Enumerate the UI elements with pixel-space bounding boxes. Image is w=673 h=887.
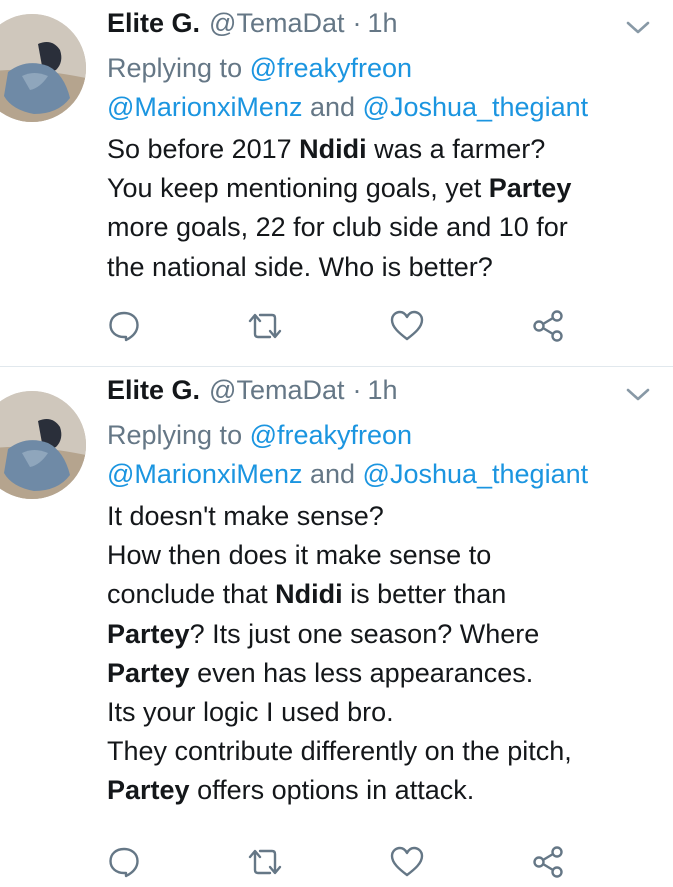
text-span: How then does it make sense to <box>107 540 492 571</box>
avatar[interactable] <box>0 391 86 499</box>
text-span: more goals, 22 for club side and 10 for <box>107 212 568 243</box>
replying-to-and: and <box>302 92 363 122</box>
reply-button[interactable] <box>104 306 144 346</box>
mention-link[interactable]: @Joshua_thegiant <box>363 92 589 122</box>
heart-icon <box>390 846 424 877</box>
share-icon <box>533 310 563 342</box>
share-icon <box>533 846 563 878</box>
text-span: offers options in attack. <box>189 775 475 806</box>
text-span: was a farmer? <box>366 134 546 164</box>
text-span: They contribute differently on the pitch… <box>107 736 572 767</box>
text-span: conclude that <box>107 579 276 610</box>
retweet-button[interactable] <box>245 842 285 882</box>
replying-to-continued: @MarionxiMenz and @Joshua_thegiant <box>107 455 588 494</box>
replying-to-label: Replying to <box>107 420 250 450</box>
timestamp[interactable]: 1h <box>367 375 397 406</box>
replying-to-label: Replying to <box>107 53 250 83</box>
text-span: ? Its just one season? Where <box>189 618 540 649</box>
text-span: You keep mentioning goals, yet <box>107 173 489 204</box>
mention-link[interactable]: @Joshua_thegiant <box>363 459 589 489</box>
share-button[interactable] <box>528 306 568 346</box>
chevron-down-icon[interactable] <box>625 20 651 36</box>
chevron-down-icon[interactable] <box>625 387 651 403</box>
tweet-text-line: Its your logic I used bro. <box>107 693 667 732</box>
tweet[interactable]: Elite G. @TemaDat · 1h Replying to @frea… <box>0 367 673 887</box>
text-span: Its your logic I used bro. <box>107 697 394 728</box>
author-handle[interactable]: @TemaDat <box>209 375 344 406</box>
mention-link[interactable]: @freakyfreon <box>250 420 412 450</box>
like-button[interactable] <box>387 306 427 346</box>
tweet-text-line: Partey? Its just one season? Where <box>107 615 667 654</box>
replying-to-and: and <box>302 459 363 489</box>
tweet-header: Elite G. @TemaDat · 1h <box>107 375 398 413</box>
reply-icon <box>109 847 139 878</box>
tweet-text-line: more goals, 22 for club side and 10 for <box>107 208 667 247</box>
tweet-text-line: You keep mentioning goals, yet Partey <box>107 169 667 208</box>
author-name[interactable]: Elite G. <box>107 8 200 39</box>
retweet-icon <box>248 313 282 339</box>
like-button[interactable] <box>387 842 427 882</box>
retweet-icon <box>248 849 282 875</box>
bold-text-span: Partey <box>107 618 190 649</box>
tweet[interactable]: Elite G. @TemaDat · 1h Replying to @frea… <box>0 0 673 367</box>
tweet-actions <box>0 842 673 882</box>
mention-link[interactable]: @MarionxiMenz <box>107 92 302 122</box>
replying-to: Replying to @freakyfreon <box>107 49 412 88</box>
mention-link[interactable]: @MarionxiMenz <box>107 459 302 489</box>
replying-to: Replying to @freakyfreon <box>107 416 412 455</box>
bold-text-span: Partey <box>107 775 190 806</box>
tweet-text: So before 2017 Ndidi was a farmer? You ke… <box>107 130 667 287</box>
bold-text-span: Ndidi <box>275 579 343 610</box>
author-name[interactable]: Elite G. <box>107 375 200 406</box>
text-span: even has less appearances. <box>189 657 534 688</box>
text-span: So before 2017 <box>107 134 300 164</box>
reply-button[interactable] <box>104 842 144 882</box>
tweet-header: Elite G. @TemaDat · 1h <box>107 8 398 46</box>
tweet-text-line: So before 2017 Ndidi was a farmer? <box>107 130 667 169</box>
bold-text-span: Partey <box>107 657 190 688</box>
mention-link[interactable]: @freakyfreon <box>250 53 412 83</box>
retweet-button[interactable] <box>245 306 285 346</box>
tweet-text-line: Partey even has less appearances. <box>107 654 667 693</box>
tweet-text-line: How then does it make sense to <box>107 536 667 575</box>
share-button[interactable] <box>528 842 568 882</box>
tweet-text-line: conclude that Ndidi is better than <box>107 575 667 614</box>
heart-icon <box>390 310 424 341</box>
text-span: the national side. Who is better? <box>107 251 493 282</box>
author-handle[interactable]: @TemaDat <box>209 8 344 39</box>
avatar[interactable] <box>0 14 86 122</box>
bold-text-span: Ndidi <box>299 134 367 164</box>
replying-to-continued: @MarionxiMenz and @Joshua_thegiant <box>107 88 588 127</box>
tweet-text: It doesn't make sense? How then does it m… <box>107 497 667 811</box>
tweet-text-line: Partey offers options in attack. <box>107 771 667 810</box>
reply-icon <box>109 311 139 342</box>
tweet-text-line: They contribute differently on the pitch… <box>107 732 667 771</box>
text-span: is better than <box>342 579 507 610</box>
tweet-text-line: the national side. Who is better? <box>107 248 667 287</box>
timestamp[interactable]: 1h <box>367 8 397 39</box>
separator-dot: · <box>352 8 362 38</box>
separator-dot: · <box>352 375 362 405</box>
avatar-photo <box>0 391 86 499</box>
text-span: It doesn't make sense? <box>107 501 384 531</box>
avatar-photo <box>0 14 86 122</box>
tweet-actions <box>0 306 673 346</box>
tweet-text-line: It doesn't make sense? <box>107 497 667 536</box>
bold-text-span: Partey <box>488 173 572 204</box>
